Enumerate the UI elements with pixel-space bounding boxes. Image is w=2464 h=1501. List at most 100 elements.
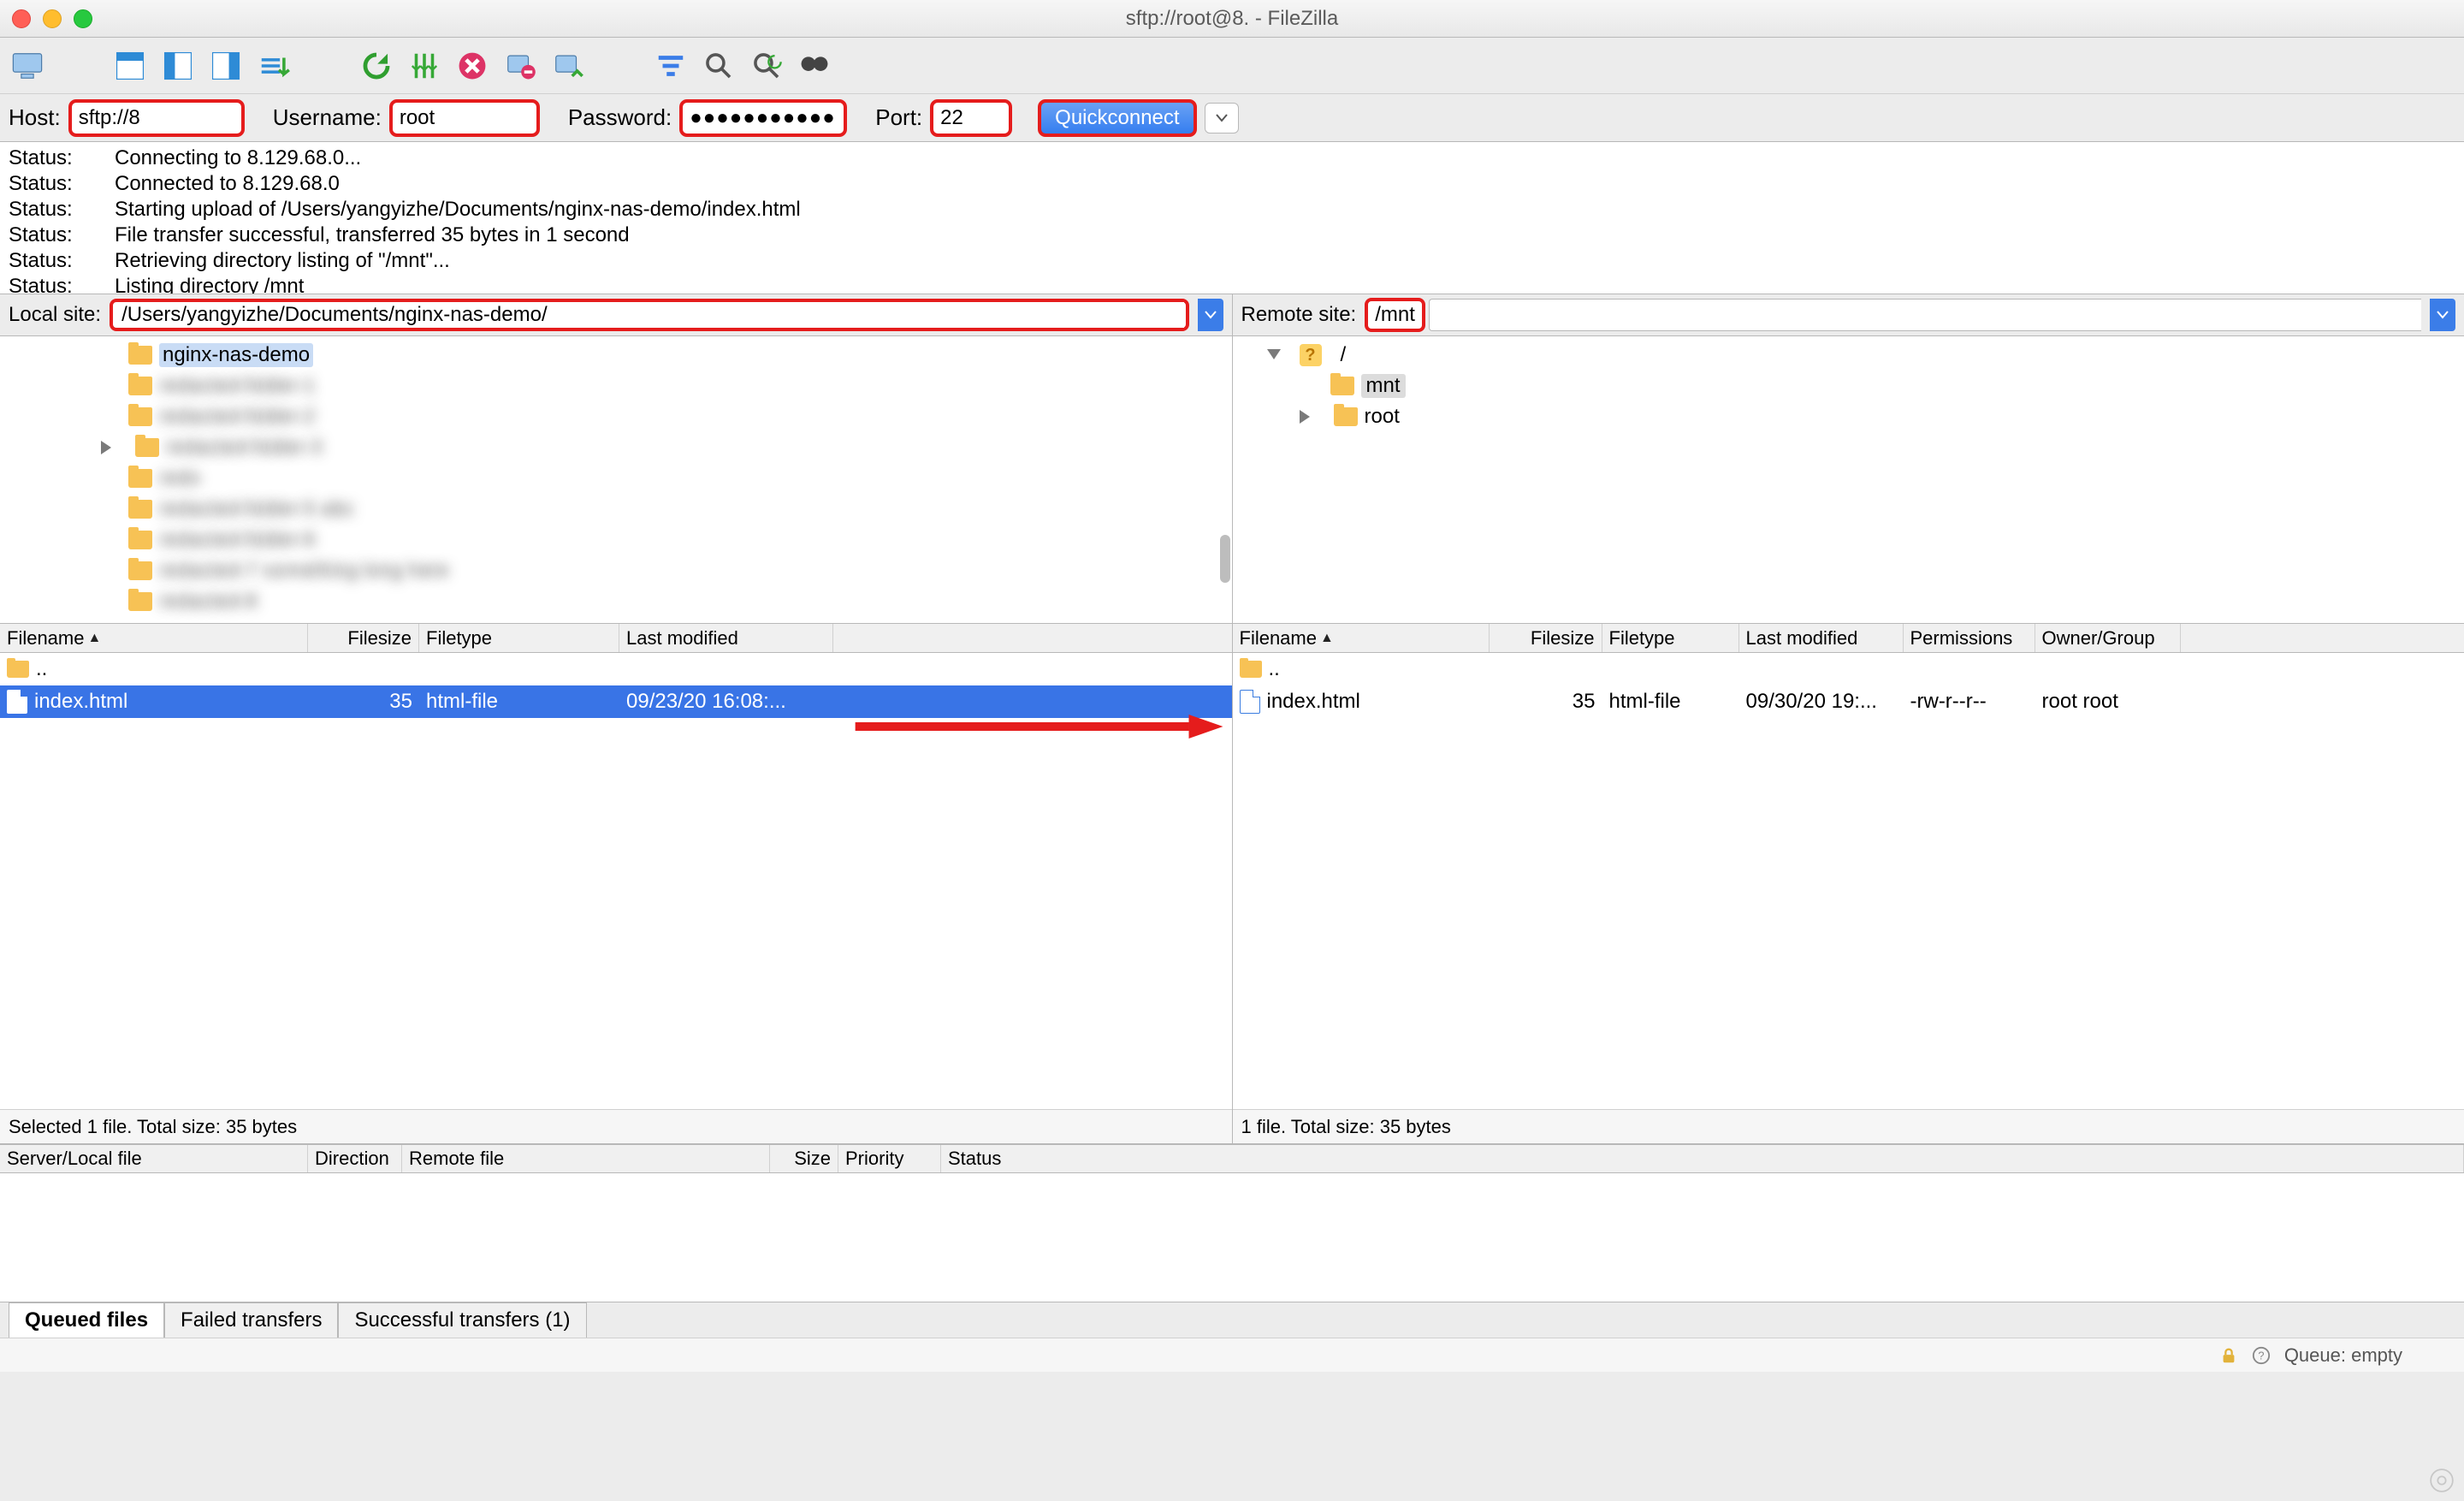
- log-message: Connecting to 8.129.68.0...: [115, 145, 361, 171]
- col-status[interactable]: Status: [941, 1145, 2464, 1172]
- tree-item-label: redacted-8: [159, 590, 258, 614]
- parent-dir-row[interactable]: ..: [0, 653, 1232, 685]
- tree-item[interactable]: redacted-7 something long here: [0, 555, 1232, 586]
- tab-queued-files[interactable]: Queued files: [9, 1302, 164, 1338]
- tree-item[interactable]: redo: [0, 463, 1232, 494]
- search-icon[interactable]: [794, 45, 835, 86]
- host-input[interactable]: [71, 102, 242, 134]
- collapse-icon[interactable]: [1267, 349, 1281, 361]
- tree-item[interactable]: redacted-folder-2: [0, 401, 1232, 432]
- titlebar: sftp://root@8. - FileZilla: [0, 0, 2464, 38]
- col-filename[interactable]: Filename ▲: [0, 624, 308, 652]
- file-row[interactable]: index.html 35 html-file 09/23/20 16:08:.…: [0, 685, 1232, 718]
- process-queue-icon[interactable]: [404, 45, 445, 86]
- local-path-input[interactable]: [115, 302, 1183, 328]
- col-filetype[interactable]: Filetype: [419, 624, 619, 652]
- col-filename[interactable]: Filename ▲: [1233, 624, 1490, 652]
- tree-item-label: redacted-folder-1: [159, 374, 316, 398]
- quickconnect-button[interactable]: Quickconnect: [1040, 102, 1194, 134]
- tree-item[interactable]: redacted-folder-1: [0, 371, 1232, 401]
- site-path-row: Local site: Remote site: /mnt: [0, 294, 2464, 336]
- remote-path-dropdown[interactable]: [2430, 299, 2455, 331]
- remote-file-list[interactable]: Filename ▲ Filesize Filetype Last modifi…: [1233, 624, 2464, 1143]
- remote-list-header: Filename ▲ Filesize Filetype Last modifi…: [1233, 624, 2464, 653]
- file-name: index.html: [34, 690, 127, 714]
- unknown-folder-icon: ?: [1300, 344, 1322, 366]
- parent-dir-row[interactable]: ..: [1233, 653, 2464, 685]
- password-input[interactable]: [682, 102, 844, 134]
- directory-compare-icon[interactable]: [698, 45, 739, 86]
- tree-item[interactable]: redacted-folder-3: [0, 432, 1232, 463]
- tab-successful-transfers[interactable]: Successful transfers (1): [338, 1302, 586, 1338]
- col-size[interactable]: Size: [770, 1145, 838, 1172]
- queue-header: Server/Local file Direction Remote file …: [0, 1144, 2464, 1173]
- tree-item-label: root: [1365, 405, 1400, 429]
- sync-browse-icon[interactable]: [746, 45, 787, 86]
- local-tree[interactable]: nginx-nas-demo redacted-folder-1 redacte…: [0, 336, 1233, 623]
- help-icon[interactable]: ?: [2252, 1346, 2271, 1365]
- tab-failed-transfers[interactable]: Failed transfers: [164, 1302, 338, 1338]
- quickconnect-history-dropdown[interactable]: [1205, 103, 1239, 133]
- file-type: html-file: [419, 690, 619, 714]
- col-lastmodified[interactable]: Last modified: [1739, 624, 1904, 652]
- filter-icon[interactable]: [650, 45, 691, 86]
- cancel-icon[interactable]: [452, 45, 493, 86]
- username-input[interactable]: [392, 102, 537, 134]
- toggle-local-tree-icon[interactable]: [157, 45, 198, 86]
- tree-item[interactable]: redacted-folder-6: [0, 525, 1232, 555]
- file-row[interactable]: index.html 35 html-file 09/30/20 19:... …: [1233, 685, 2464, 718]
- site-manager-icon[interactable]: [7, 45, 48, 86]
- remote-tree[interactable]: ? / mnt root: [1233, 336, 2464, 623]
- local-file-list[interactable]: Filename ▲ Filesize Filetype Last modifi…: [0, 624, 1233, 1143]
- folder-icon: [128, 469, 152, 488]
- tree-item-root[interactable]: ? /: [1233, 340, 2464, 371]
- toggle-queue-icon[interactable]: [253, 45, 294, 86]
- col-lastmodified[interactable]: Last modified: [619, 624, 833, 652]
- host-label: Host:: [9, 104, 61, 131]
- queue-body[interactable]: [0, 1173, 2464, 1302]
- col-server[interactable]: Server/Local file: [0, 1145, 308, 1172]
- folder-icon: [128, 531, 152, 549]
- toggle-remote-tree-icon[interactable]: [205, 45, 246, 86]
- log-message: File transfer successful, transferred 35…: [115, 222, 630, 248]
- col-direction[interactable]: Direction: [308, 1145, 402, 1172]
- file-type: html-file: [1602, 690, 1739, 714]
- reconnect-icon[interactable]: [548, 45, 589, 86]
- tree-item-root-folder[interactable]: root: [1233, 401, 2464, 432]
- col-priority[interactable]: Priority: [838, 1145, 941, 1172]
- tree-item-label: redacted-folder-3: [166, 436, 323, 460]
- remote-path-value: /mnt: [1370, 301, 1420, 329]
- tree-item[interactable]: nginx-nas-demo: [0, 340, 1232, 371]
- tree-item-label: nginx-nas-demo: [159, 343, 313, 367]
- folder-icon: [135, 438, 159, 457]
- col-permissions[interactable]: Permissions: [1904, 624, 2035, 652]
- file-icon: [1240, 690, 1260, 714]
- expand-icon[interactable]: [1300, 410, 1312, 424]
- folder-icon: [128, 407, 152, 426]
- col-filetype[interactable]: Filetype: [1602, 624, 1739, 652]
- remote-path-input[interactable]: [1429, 299, 2421, 331]
- log-label: Status:: [9, 274, 91, 294]
- svg-text:?: ?: [2258, 1349, 2264, 1362]
- tree-item-mnt[interactable]: mnt: [1233, 371, 2464, 401]
- disconnect-icon[interactable]: [500, 45, 541, 86]
- refresh-icon[interactable]: [356, 45, 397, 86]
- local-path-dropdown[interactable]: [1198, 299, 1223, 331]
- log-message: Starting upload of /Users/yangyizhe/Docu…: [115, 197, 801, 222]
- col-filesize[interactable]: Filesize: [1490, 624, 1602, 652]
- expand-icon[interactable]: [101, 441, 113, 454]
- remote-site-label: Remote site:: [1241, 303, 1357, 327]
- log-message: Connected to 8.129.68.0: [115, 171, 340, 197]
- local-site-label: Local site:: [9, 303, 101, 327]
- port-input[interactable]: [933, 102, 1010, 134]
- tree-item[interactable]: redacted-folder-5 abc: [0, 494, 1232, 525]
- scrollbar-thumb[interactable]: [1220, 535, 1230, 583]
- col-remote-file[interactable]: Remote file: [402, 1145, 770, 1172]
- local-summary: Selected 1 file. Total size: 35 bytes: [0, 1109, 1232, 1143]
- col-owner[interactable]: Owner/Group: [2035, 624, 2181, 652]
- tree-item[interactable]: redacted-8: [0, 586, 1232, 617]
- col-filesize[interactable]: Filesize: [308, 624, 419, 652]
- folder-icon: [1334, 407, 1358, 426]
- lock-icon: [2219, 1346, 2238, 1365]
- toggle-log-icon[interactable]: [110, 45, 151, 86]
